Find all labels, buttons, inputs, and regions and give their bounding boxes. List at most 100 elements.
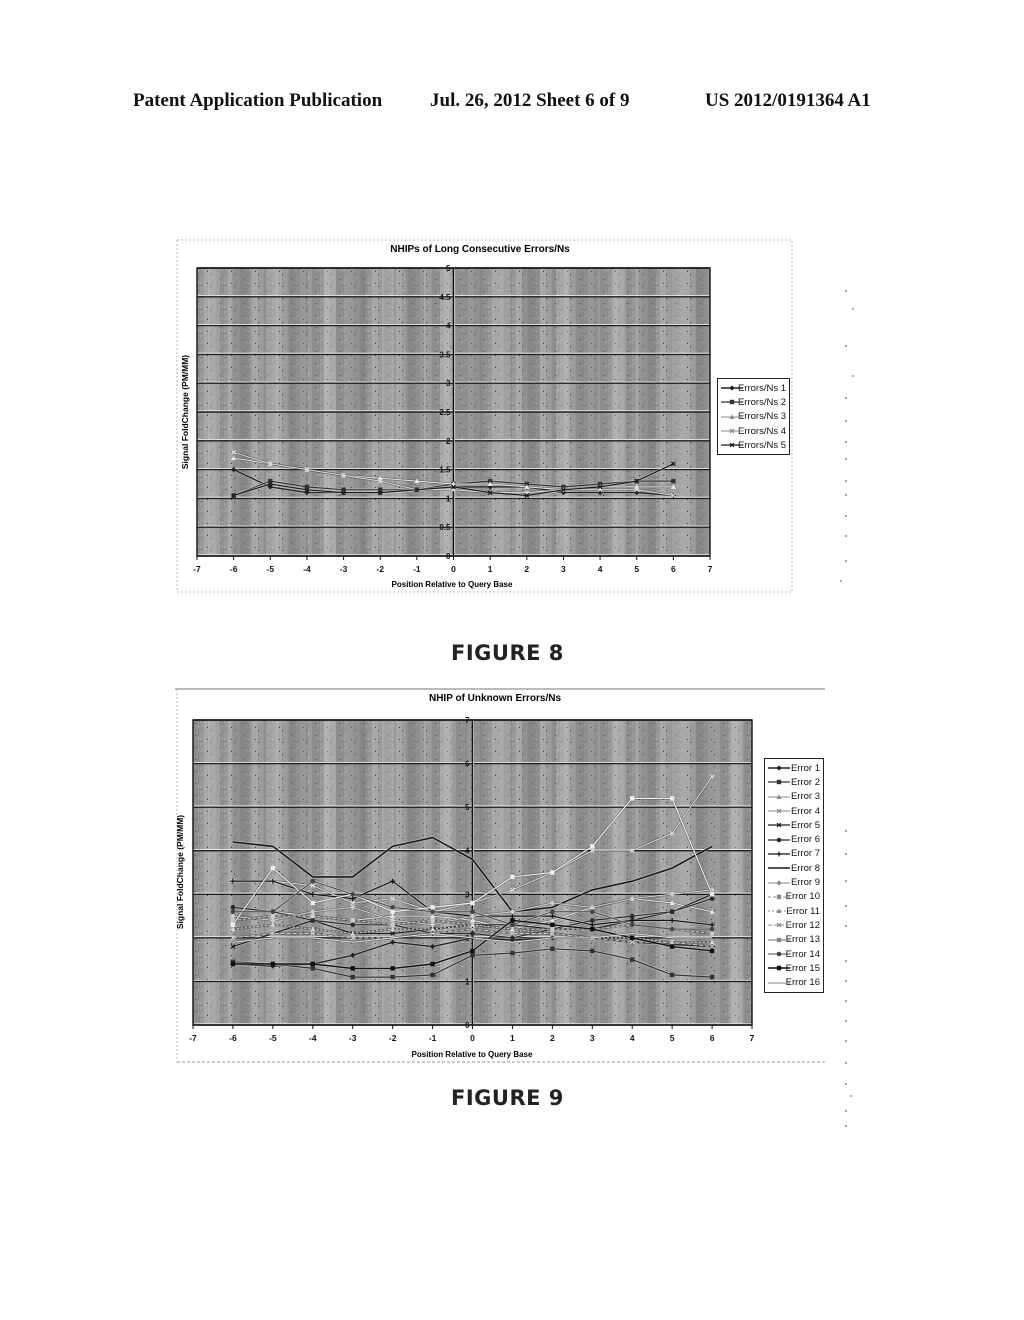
data-point: [630, 935, 635, 941]
scan-dot: [845, 1110, 847, 1112]
data-point: [310, 900, 315, 906]
scan-dot: [845, 1083, 847, 1085]
legend-swatch-icon: [768, 879, 790, 887]
data-point: [430, 905, 435, 910]
data-point: [270, 913, 276, 919]
legend-swatch-icon: [768, 793, 790, 801]
scan-dot: [840, 580, 842, 582]
y-tick-label: 3: [446, 379, 451, 388]
data-point: [270, 865, 276, 871]
legend-item: Errors/Ns 1: [721, 381, 786, 395]
legend-item: Error 9: [768, 875, 820, 889]
x-tick-label: -7: [189, 1033, 197, 1043]
x-tick-label: -1: [429, 1033, 437, 1043]
scan-dot: [845, 345, 847, 347]
data-point: [629, 922, 635, 928]
y-tick-label: 5: [465, 803, 470, 812]
y-axis-label: Signal FoldChange (PM/MM): [180, 355, 190, 469]
x-tick-label: -2: [389, 1033, 397, 1043]
data-point: [510, 874, 515, 880]
x-tick-label: 3: [561, 564, 566, 574]
data-point: [589, 909, 595, 915]
legend-marker: [776, 937, 782, 942]
legend-item: Errors/Ns 4: [721, 424, 786, 438]
y-axis-label: Signal FoldChange (PM/MM): [175, 815, 185, 929]
legend-marker: [776, 780, 782, 785]
data-point: [510, 918, 515, 923]
scan-dot: [845, 441, 847, 443]
data-point: [390, 922, 395, 927]
x-tick-label: -4: [309, 1033, 317, 1043]
data-point: [310, 966, 315, 971]
legend-label: Error 10: [785, 891, 820, 903]
data-point: [390, 966, 395, 971]
y-tick-label: 6: [465, 760, 470, 769]
data-point: [470, 953, 475, 958]
data-point: [590, 844, 595, 849]
x-tick-label: 7: [750, 1033, 755, 1043]
legend-swatch-icon: [768, 893, 790, 901]
x-tick-label: -2: [376, 564, 384, 574]
data-point: [430, 961, 435, 967]
scan-dot: [845, 1125, 847, 1127]
y-tick-label: 1.5: [439, 466, 451, 475]
data-point: [669, 972, 675, 978]
chart-title: NHIPs of Long Consecutive Errors/Ns: [390, 244, 570, 255]
data-point: [310, 913, 315, 919]
chart-title: NHIP of Unknown Errors/Ns: [429, 693, 561, 704]
scan-dot: [845, 480, 847, 482]
scan-dot: [845, 830, 847, 832]
scan-dot: [845, 1000, 847, 1002]
x-tick-label: 0: [470, 1033, 475, 1043]
legend-swatch-icon: [721, 441, 743, 449]
data-point: [350, 974, 355, 980]
data-point: [390, 905, 395, 910]
legend-swatch-icon: [768, 864, 790, 872]
scan-dot: [845, 515, 847, 517]
data-point: [671, 478, 676, 484]
data-point: [350, 891, 356, 897]
y-tick-label: 3: [465, 890, 470, 899]
data-point: [629, 913, 635, 919]
legend-marker: [776, 894, 782, 900]
x-tick-label: 6: [671, 564, 676, 574]
data-point: [510, 935, 515, 941]
y-tick-label: 2.5: [439, 408, 451, 417]
legend-swatch-icon: [768, 850, 790, 858]
x-tick-label: 1: [488, 564, 493, 574]
x-tick-label: 3: [590, 1033, 595, 1043]
legend-label: Errors/Ns 4: [737, 425, 786, 437]
data-point: [310, 961, 315, 967]
data-point: [350, 918, 355, 923]
legend-item: Error 14: [768, 947, 820, 961]
y-tick-label: 4.5: [439, 293, 451, 302]
data-point: [350, 922, 356, 928]
legend-item: Errors/Ns 5: [721, 438, 786, 452]
legend-item: Error 7: [768, 847, 820, 861]
data-point: [550, 870, 555, 875]
legend-item: Error 2: [768, 775, 820, 789]
x-tick-label: -3: [340, 564, 348, 574]
legend-item: Error 13: [768, 933, 820, 947]
legend-marker: [776, 765, 782, 771]
scan-dot: [845, 290, 847, 292]
scan-dot: [845, 853, 847, 855]
data-point: [470, 909, 475, 915]
x-axis-label: Position Relative to Query Base: [392, 580, 513, 589]
data-point: [709, 948, 715, 954]
figure-8-legend: Errors/Ns 1 Errors/Ns 2 Errors/Ns 3 Errors/…: [717, 378, 790, 456]
x-tick-label: -5: [269, 1033, 277, 1043]
legend-swatch-icon: [721, 413, 743, 421]
data-point: [350, 966, 355, 971]
legend-label: Errors/Ns 5: [737, 439, 786, 451]
x-tick-label: 2: [524, 564, 529, 574]
scan-dot: [845, 1062, 847, 1064]
data-point: [230, 961, 236, 967]
legend-item: Error 5: [768, 818, 820, 832]
legend-label: Error 6: [790, 834, 820, 846]
data-point: [430, 972, 435, 978]
x-tick-label: -6: [230, 564, 238, 574]
data-point: [669, 944, 675, 949]
data-point: [430, 918, 435, 923]
legend-label: Error 14: [785, 948, 820, 960]
